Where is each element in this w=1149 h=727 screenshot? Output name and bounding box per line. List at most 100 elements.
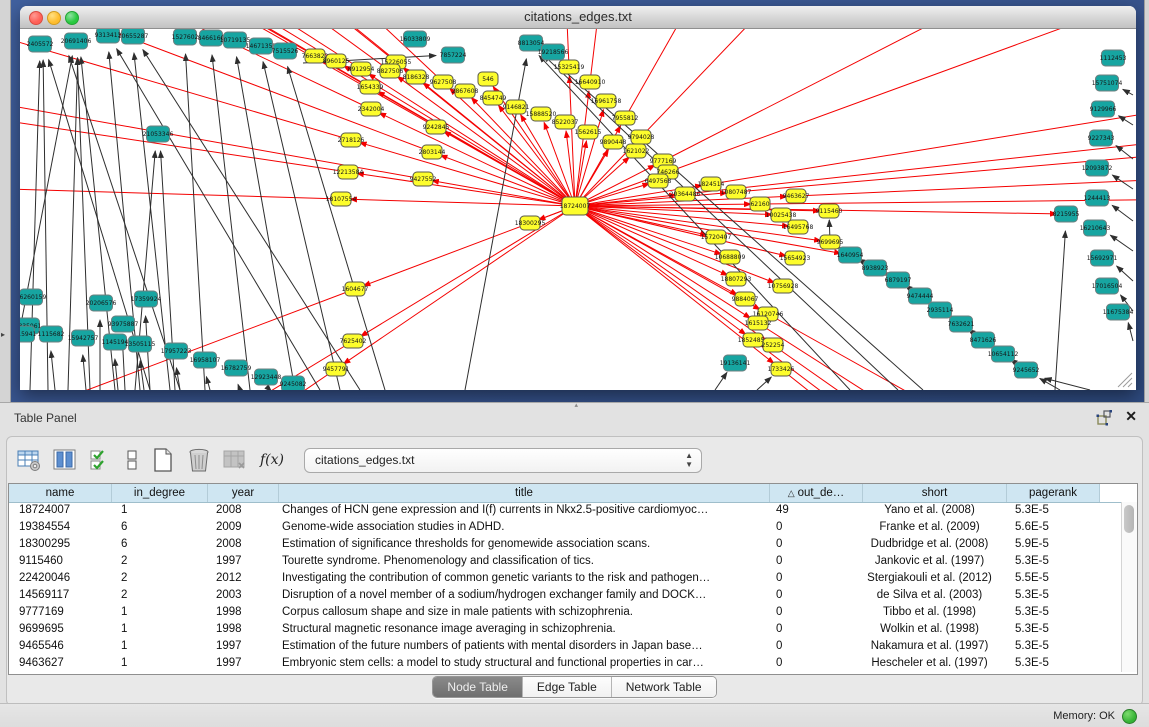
graph-edge	[186, 54, 205, 390]
network-window-title: citations_edges.txt	[20, 9, 1136, 24]
graph-edge	[51, 351, 55, 390]
table-row[interactable]: 969969511998Structural magnetic resonanc…	[9, 621, 1121, 638]
table-columns-icon	[52, 448, 78, 472]
table-select-dropdown[interactable]: citations_edges.txt ▲▼	[304, 448, 702, 473]
graph-node-label: 16640910	[575, 79, 606, 86]
graph-node-label: 10807487	[721, 189, 752, 196]
table-cell: 18300295	[9, 536, 111, 553]
graph-node-label: 93975887	[108, 321, 139, 328]
table-cell: 0	[766, 604, 858, 621]
select-all-button[interactable]	[86, 445, 116, 475]
graph-node-label: 9890448	[600, 139, 627, 146]
column-header-name[interactable]: name	[9, 484, 112, 502]
table-cell: 5.3E-5	[1001, 502, 1093, 519]
float-window-icon	[1095, 409, 1113, 427]
graph-node-label: 17016504	[1092, 283, 1123, 290]
table-scrollbar[interactable]	[1121, 502, 1137, 672]
table-disabled-icon	[222, 448, 248, 472]
table-cell: Hescheler et al. (1997)	[858, 655, 1001, 672]
graph-node-label: 18107554	[326, 196, 357, 203]
resize-grip[interactable]	[1118, 373, 1132, 387]
network-window-titlebar[interactable]: citations_edges.txt	[20, 6, 1136, 29]
graph-edge	[1110, 235, 1133, 251]
graph-edge-ray	[20, 29, 348, 172]
table-cell: 2008	[206, 502, 276, 519]
graph-node-label: 18724007	[560, 203, 591, 210]
row-height-button[interactable]	[122, 445, 142, 475]
column-header-in-degree[interactable]: in_degree	[112, 484, 208, 502]
graph-node-label: 15751074	[1092, 80, 1123, 87]
memory-status-indicator[interactable]	[1122, 709, 1137, 724]
table-row[interactable]: 946554611997Estimation of the future num…	[9, 638, 1121, 655]
tab-edge-table[interactable]: Edge Table	[523, 677, 612, 697]
table-cell: Genome-wide association studies in ADHD.	[276, 519, 766, 536]
delete-table-button[interactable]	[184, 445, 214, 475]
column-header-title[interactable]: title	[279, 484, 770, 502]
table-cell: 2	[111, 587, 206, 604]
modify-table-button[interactable]	[14, 445, 44, 475]
table-panel-title: Table Panel	[14, 411, 77, 425]
close-panel-button[interactable]: ✕	[1125, 408, 1137, 425]
graph-node-label: 1621022	[623, 148, 650, 155]
table-select-value: citations_edges.txt	[315, 453, 414, 467]
graph-edge-ray	[711, 29, 1136, 184]
table-cell: Changes of HCN gene expression and I(f) …	[276, 502, 766, 519]
table-cell: Tourette syndrome. Phenomenology and cla…	[276, 553, 766, 570]
column-header-out-degree[interactable]: △out_de…	[770, 484, 863, 502]
table-cell: 9115460	[9, 553, 111, 570]
import-table-button-disabled[interactable]	[220, 445, 250, 475]
network-canvas[interactable]: 1872400715226055882750681863289627508546…	[20, 29, 1136, 390]
table-cell: Franke et al. (2009)	[858, 519, 1001, 536]
splitter-grip-icon[interactable]: ▴	[575, 401, 579, 409]
table-row[interactable]: 977716911998Corpus callosum shape and si…	[9, 604, 1121, 621]
show-columns-button[interactable]	[50, 445, 80, 475]
table-cell: Dudbridge et al. (2008)	[858, 536, 1001, 553]
tab-network-table[interactable]: Network Table	[612, 677, 716, 697]
table-header-row: name in_degree year title △out_de… short…	[9, 484, 1137, 503]
new-document-icon	[152, 447, 174, 473]
graph-edge	[115, 359, 118, 390]
table-cell: 0	[766, 638, 858, 655]
table-scrollbar-thumb[interactable]	[1124, 505, 1134, 533]
column-header-short[interactable]: short	[863, 484, 1007, 502]
graph-node-label: 2803144	[419, 149, 446, 156]
float-panel-button[interactable]	[1095, 409, 1113, 427]
tab-node-table[interactable]: Node Table	[433, 677, 523, 697]
table-row[interactable]: 946362711997Embryonic stem cells: a mode…	[9, 655, 1121, 672]
table-row[interactable]: 2242004622012Investigating the contribut…	[9, 570, 1121, 587]
graph-edge-ray	[758, 323, 1136, 390]
table-cell: 5.3E-5	[1001, 655, 1093, 672]
right-panel-edge[interactable]	[1144, 0, 1149, 402]
graph-edge	[1112, 205, 1133, 221]
table-cell: 9777169	[9, 604, 111, 621]
graph-node-label: 9777169	[650, 158, 677, 165]
column-header-year[interactable]: year	[208, 484, 279, 502]
table-cell: 0	[766, 621, 858, 638]
graph-node-label: 1527602	[172, 34, 199, 41]
panel-collapse-arrow-icon[interactable]: ▸	[1, 330, 5, 339]
table-row[interactable]: 1830029562008Estimation of significance …	[9, 536, 1121, 553]
graph-node-label: 9227343	[1088, 135, 1115, 142]
table-row[interactable]: 1872400712008Changes of HCN gene express…	[9, 502, 1121, 519]
table-row[interactable]: 911546021997Tourette syndrome. Phenomeno…	[9, 553, 1121, 570]
table-cell: 1997	[206, 553, 276, 570]
table-cell: 49	[766, 502, 858, 519]
column-header-pagerank[interactable]: pagerank	[1007, 484, 1100, 502]
create-table-button[interactable]	[148, 445, 178, 475]
table-cell: 2009	[206, 519, 276, 536]
graph-edge	[1123, 89, 1133, 95]
table-row[interactable]: 1456911722003Disruption of a novel membe…	[9, 587, 1121, 604]
graph-node-label: 8827506	[377, 68, 404, 75]
table-cell: 2012	[206, 570, 276, 587]
graph-node-label: 2342004	[358, 106, 385, 113]
table-cell: 0	[766, 655, 858, 672]
table-cell: 5.3E-5	[1001, 604, 1093, 621]
table-cell: 1997	[206, 638, 276, 655]
left-panel-edge[interactable]: ▸	[0, 0, 11, 402]
function-builder-button[interactable]: f(x)	[256, 452, 288, 468]
table-row[interactable]: 1938455462009Genome-wide association stu…	[9, 519, 1121, 536]
graph-node-label: 2718126	[338, 137, 365, 144]
table-cell: Wolkin et al. (1998)	[858, 621, 1001, 638]
table-cell: 0	[766, 587, 858, 604]
graph-node-label: 3915941	[20, 331, 37, 338]
